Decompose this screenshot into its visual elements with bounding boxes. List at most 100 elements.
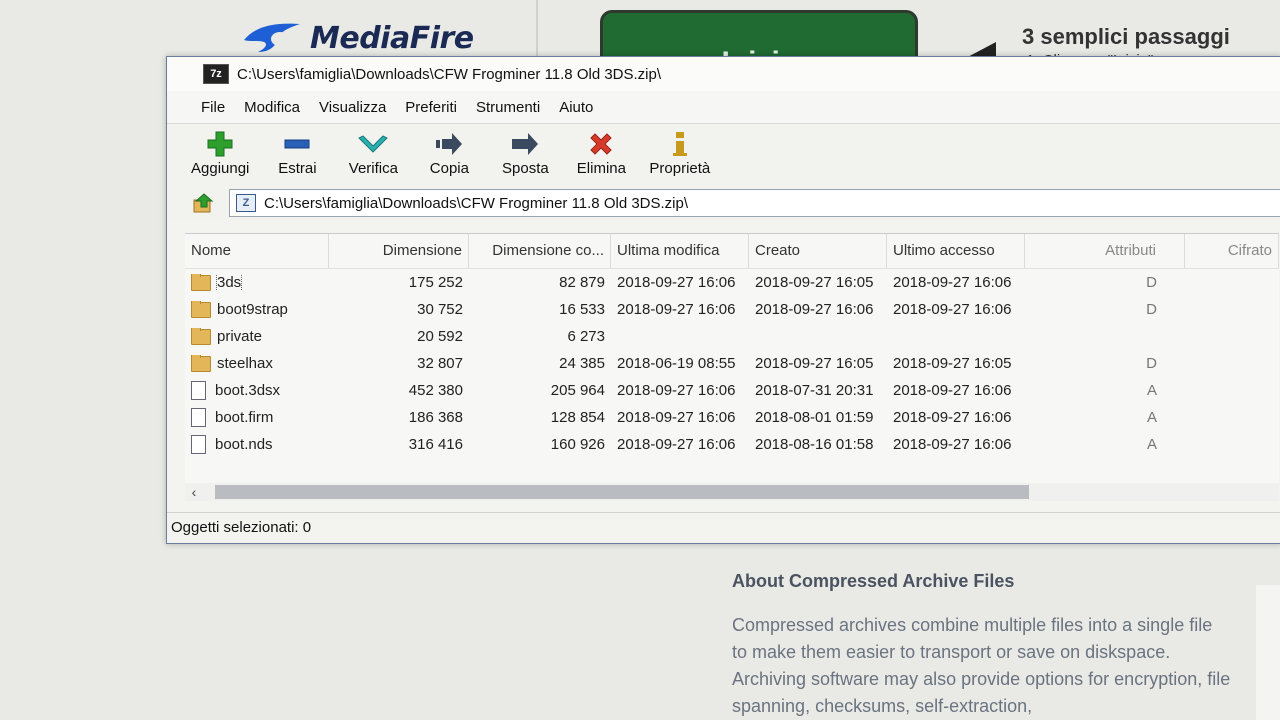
archive-window: 7z C:\Users\famiglia\Downloads\CFW Frogm… [166, 56, 1280, 544]
file-size: 186 368 [408, 409, 463, 426]
table-row[interactable]: boot.firm 186 368 128 854 2018-09-27 16:… [185, 404, 1279, 431]
scroll-left-icon[interactable]: ‹ [185, 483, 203, 501]
menu-preferiti[interactable]: Preferiti [405, 99, 457, 116]
status-text: Oggetti selezionati: 0 [171, 519, 312, 536]
file-accessed: 2018-09-27 16:06 [893, 382, 1012, 399]
delete-button[interactable]: Elimina [573, 124, 629, 177]
file-packed-size: 6 273 [567, 328, 605, 345]
file-packed-size: 160 926 [550, 436, 605, 453]
title-bar[interactable]: 7z C:\Users\famiglia\Downloads\CFW Frogm… [167, 57, 1280, 91]
file-accessed: 2018-09-27 16:06 [893, 301, 1012, 318]
file-modified: 2018-09-27 16:06 [617, 436, 736, 453]
toolbar: Aggiungi Estrai Verifica Copia Sposta El… [167, 123, 1280, 186]
table-row[interactable]: 3ds 175 252 82 879 2018-09-27 16:06 2018… [185, 269, 1279, 296]
plus-icon [206, 130, 234, 158]
extract-label: Estrai [278, 160, 317, 177]
table-row[interactable]: boot.nds 316 416 160 926 2018-09-27 16:0… [185, 431, 1279, 458]
file-packed-size: 24 385 [559, 355, 605, 372]
file-name: private [217, 328, 263, 345]
list-header: Nome Dimensione Dimensione co... Ultima … [185, 234, 1279, 269]
menu-visualizza[interactable]: Visualizza [319, 99, 386, 116]
file-size: 175 252 [408, 274, 463, 291]
folder-icon [191, 274, 211, 291]
file-attributes: A [1146, 436, 1157, 453]
extract-button[interactable]: Estrai [269, 124, 325, 177]
address-bar: Z C:\Users\famiglia\Downloads\CFW Frogmi… [167, 186, 1280, 220]
menu-file[interactable]: File [201, 99, 225, 116]
side-card [1256, 585, 1280, 720]
copy-button[interactable]: Copia [421, 124, 477, 177]
file-modified: 2018-09-27 16:06 [617, 301, 736, 318]
file-created: 2018-08-01 01:59 [755, 409, 874, 426]
add-label: Aggiungi [191, 160, 250, 177]
mediafire-logo[interactable]: MediaFire [240, 18, 474, 58]
delete-label: Elimina [576, 160, 626, 177]
move-label: Sposta [502, 160, 549, 177]
status-bar: Oggetti selezionati: 0 [167, 512, 1280, 543]
file-name: boot.nds [215, 436, 273, 453]
move-arrow-icon [510, 130, 540, 158]
page-divider [536, 0, 538, 60]
file-packed-size: 128 854 [550, 409, 605, 426]
column-header-size[interactable]: Dimensione [329, 234, 469, 268]
file-attributes: D [1146, 355, 1157, 372]
file-size: 20 592 [417, 328, 463, 345]
table-row[interactable]: steelhax 32 807 24 385 2018-06-19 08:55 … [185, 350, 1279, 377]
verify-label: Verifica [348, 160, 398, 177]
steps-title: 3 semplici passaggi [1022, 24, 1230, 49]
file-accessed: 2018-09-27 16:06 [893, 274, 1012, 291]
up-folder-button[interactable] [191, 191, 215, 215]
file-created: 2018-09-27 16:06 [755, 301, 874, 318]
column-header-modified[interactable]: Ultima modifica [611, 234, 749, 268]
about-title: About Compressed Archive Files [732, 571, 1015, 591]
file-attributes: A [1146, 409, 1157, 426]
info-icon [670, 130, 690, 158]
file-name: boot9strap [217, 301, 288, 318]
file-size: 452 380 [408, 382, 463, 399]
about-text: Compressed archives combine multiple fil… [732, 615, 1231, 716]
table-row[interactable]: private 20 592 6 273 [185, 323, 1279, 350]
zip-archive-icon: Z [236, 194, 256, 212]
file-modified: 2018-06-19 08:55 [617, 355, 736, 372]
path-field[interactable]: Z C:\Users\famiglia\Downloads\CFW Frogmi… [229, 189, 1280, 217]
file-created: 2018-09-27 16:05 [755, 274, 874, 291]
add-button[interactable]: Aggiungi [191, 124, 249, 177]
menu-bar: File Modifica Visualizza Preferiti Strum… [167, 91, 1280, 123]
file-modified: 2018-09-27 16:06 [617, 274, 736, 291]
menu-aiuto[interactable]: Aiuto [559, 99, 593, 116]
folder-up-icon [193, 193, 214, 213]
menu-strumenti[interactable]: Strumenti [476, 99, 540, 116]
column-header-packed-size[interactable]: Dimensione co... [469, 234, 611, 268]
file-name: boot.3dsx [215, 382, 281, 399]
delete-x-icon [587, 130, 615, 158]
file-created: 2018-07-31 20:31 [755, 382, 874, 399]
properties-button[interactable]: Proprietà [649, 124, 710, 177]
scroll-thumb[interactable] [215, 485, 1029, 499]
verify-button[interactable]: Verifica [345, 124, 401, 177]
copy-label: Copia [429, 160, 469, 177]
path-text: C:\Users\famiglia\Downloads\CFW Frogmine… [264, 194, 689, 212]
file-modified: 2018-09-27 16:06 [617, 382, 736, 399]
file-created: 2018-09-27 16:05 [755, 355, 874, 372]
file-name: boot.firm [215, 409, 274, 426]
move-button[interactable]: Sposta [497, 124, 553, 177]
menu-modifica[interactable]: Modifica [244, 99, 300, 116]
file-attributes: D [1146, 274, 1157, 291]
folder-icon [191, 301, 211, 318]
column-header-accessed[interactable]: Ultimo accesso [887, 234, 1025, 268]
check-icon [357, 130, 389, 158]
file-name: 3ds [215, 274, 243, 291]
column-header-attributes[interactable]: Attributi [1025, 234, 1185, 268]
table-row[interactable]: boot9strap 30 752 16 533 2018-09-27 16:0… [185, 296, 1279, 323]
column-header-name[interactable]: Nome [185, 234, 329, 268]
table-row[interactable]: boot.3dsx 452 380 205 964 2018-09-27 16:… [185, 377, 1279, 404]
horizontal-scrollbar[interactable]: ‹ [185, 483, 1279, 501]
properties-label: Proprietà [649, 160, 711, 177]
minus-icon [283, 130, 311, 158]
column-header-encrypted[interactable]: Cifrato [1185, 234, 1279, 268]
mediafire-flame-icon [244, 23, 300, 52]
column-header-created[interactable]: Creato [749, 234, 887, 268]
file-size: 316 416 [408, 436, 463, 453]
file-icon [191, 408, 206, 427]
window-title: C:\Users\famiglia\Downloads\CFW Frogmine… [237, 65, 662, 83]
